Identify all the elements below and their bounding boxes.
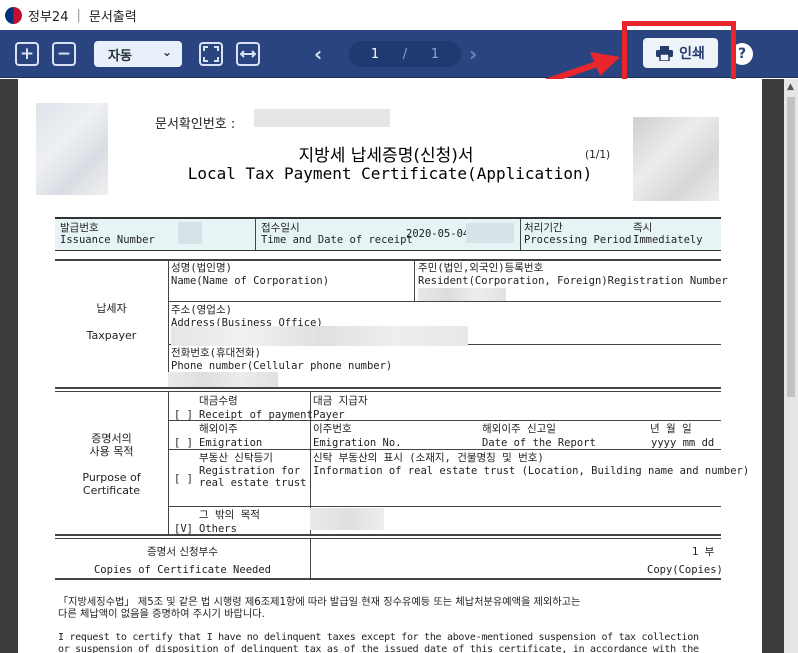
processing-value-en: Immediately bbox=[633, 234, 703, 246]
zoom-select[interactable]: 자동 ⌄ bbox=[94, 41, 182, 67]
redacted-registration-number bbox=[418, 288, 506, 301]
help-button[interactable]: ? bbox=[731, 43, 753, 65]
copies-count-ko: 1 부 bbox=[692, 546, 715, 558]
fit-width-icon bbox=[240, 50, 256, 58]
phone-label-ko: 전화번호(휴대전화) bbox=[171, 347, 261, 359]
trust-info-ko: 신탁 부동산의 표시 (소재지, 건물명칭 및 번호) bbox=[313, 452, 544, 464]
redacted-confirm-number bbox=[254, 109, 390, 127]
redacted-receipt-time bbox=[466, 223, 514, 243]
others-ko: 그 밖의 목적 bbox=[199, 509, 260, 521]
vertical-scrollbar[interactable]: ▲ bbox=[784, 79, 798, 653]
title-english: Local Tax Payment Certificate(Applicatio… bbox=[187, 164, 593, 183]
payer-label-en: Payer bbox=[313, 409, 345, 421]
printer-icon bbox=[656, 45, 674, 61]
statement-en-line1: I request to certify that I have no deli… bbox=[58, 632, 699, 643]
redacted-address bbox=[171, 326, 468, 346]
emigration-checkbox: [ ] bbox=[174, 437, 193, 449]
redacted-phone bbox=[168, 372, 278, 387]
trust-ko: 부동산 신탁등기 bbox=[199, 452, 273, 464]
emigration-no-en: Emigration No. bbox=[313, 437, 402, 449]
date-format-en: yyyy mm dd bbox=[651, 437, 715, 449]
emigration-ko: 해외이주 bbox=[199, 423, 238, 435]
receipt-payment-ko: 대금수령 bbox=[199, 395, 238, 407]
zoom-in-button[interactable]: + bbox=[15, 42, 39, 66]
redacted-issuance-number bbox=[178, 222, 202, 244]
trust-en-2: real estate trust bbox=[199, 477, 307, 489]
page-separator: / bbox=[402, 46, 408, 62]
page-count: (1/1) bbox=[585, 149, 611, 161]
scrollbar-thumb[interactable] bbox=[787, 97, 795, 397]
previous-page-button[interactable]: ‹ bbox=[314, 42, 322, 66]
question-icon: ? bbox=[737, 46, 747, 62]
others-en: Others bbox=[199, 523, 237, 535]
taxpayer-label-ko: 납세자 bbox=[96, 302, 127, 315]
receipt-label-en: Time and Date of receipt bbox=[261, 234, 413, 246]
fit-width-button[interactable] bbox=[236, 42, 260, 66]
receipt-label-ko: 접수일시 bbox=[261, 222, 300, 234]
copies-count-en: Copy(Copies) bbox=[647, 564, 723, 576]
address-label-ko: 주소(영업소) bbox=[171, 304, 232, 316]
receipt-payment-en: Receipt of payment bbox=[199, 409, 313, 421]
trust-checkbox: [ ] bbox=[174, 473, 193, 485]
window-title: 문서출력 bbox=[88, 9, 137, 25]
statement-en-line2: or suspension of disposition of delinque… bbox=[58, 644, 699, 653]
receipt-payment-checkbox: [ ] bbox=[174, 409, 193, 421]
purpose-label-en-1: Purpose of bbox=[82, 471, 141, 484]
processing-label-en: Processing Period bbox=[524, 234, 632, 246]
viewer-toolbar: + − 자동 ⌄ ‹ 1 / 1 › 인쇄 ? bbox=[0, 30, 798, 78]
processing-label-ko: 처리기간 bbox=[524, 222, 563, 234]
name-label-en: Name(Name of Corporation) bbox=[171, 275, 330, 287]
processing-value-ko: 즉시 bbox=[633, 222, 653, 234]
confirm-label: 문서확인번호 : bbox=[155, 117, 236, 132]
copies-label-ko: 증명서 신청부수 bbox=[147, 546, 218, 558]
resident-label-ko: 주민(법인,외국인)등록번호 bbox=[418, 262, 544, 274]
current-page-input[interactable]: 1 bbox=[371, 47, 379, 62]
next-page-button[interactable]: › bbox=[469, 42, 477, 66]
window-titlebar: 정부24 | 문서출력 bbox=[0, 0, 798, 30]
title-korean: 지방세 납세증명(신청)서 bbox=[298, 146, 474, 166]
purpose-label-en-2: Certificate bbox=[82, 484, 141, 497]
redacted-other-purpose bbox=[310, 508, 384, 530]
chevron-down-icon: ⌄ bbox=[161, 45, 172, 59]
copies-label-en: Copies of Certificate Needed bbox=[93, 564, 271, 576]
name-label-ko: 성명(법인명) bbox=[171, 262, 232, 274]
scroll-up-icon[interactable]: ▲ bbox=[787, 82, 794, 92]
total-pages: 1 bbox=[430, 46, 440, 62]
phone-label-en: Phone number(Cellular phone number) bbox=[171, 360, 393, 372]
trust-en-1: Registration for bbox=[199, 465, 301, 477]
page-indicator: 1 / 1 bbox=[349, 41, 461, 67]
resident-label-en: Resident(Corporation, Foreign)Registrati… bbox=[418, 275, 728, 287]
fit-page-icon bbox=[203, 46, 219, 62]
title-separator: | bbox=[76, 7, 81, 23]
purpose-label-ko-1: 증명서의 bbox=[91, 432, 132, 445]
purpose-label-ko-2: 사용 목적 bbox=[89, 445, 134, 458]
print-button[interactable]: 인쇄 bbox=[643, 38, 718, 68]
app-name: 정부24 bbox=[28, 9, 69, 25]
plus-icon: + bbox=[19, 43, 35, 64]
report-date-ko: 해외이주 신고일 bbox=[482, 423, 556, 435]
date-format-ko: 년 월 일 bbox=[650, 423, 692, 435]
document-viewer[interactable]: 문서확인번호 : 지방세 납세증명(신청)서 Local Tax Payment… bbox=[0, 79, 798, 653]
others-checkbox: [V] bbox=[174, 523, 193, 535]
government-emblem-icon bbox=[5, 6, 22, 24]
report-date-en: Date of the Report bbox=[482, 437, 596, 449]
minus-icon: − bbox=[56, 43, 72, 64]
statement-ko-line1: 「지방세징수법」 제5조 및 같은 법 시행령 제6조제1항에 따라 발급일 현… bbox=[58, 597, 581, 608]
payer-label-ko: 대금 지급자 bbox=[313, 395, 368, 407]
emigration-en: Emigration bbox=[199, 437, 263, 449]
zoom-out-button[interactable]: − bbox=[52, 42, 76, 66]
zoom-select-value: 자동 bbox=[108, 48, 132, 64]
document-page: 문서확인번호 : 지방세 납세증명(신청)서 Local Tax Payment… bbox=[18, 79, 762, 653]
receipt-date: 2020-05-04 bbox=[406, 228, 470, 240]
issuance-label-en: Issuance Number bbox=[60, 234, 155, 246]
issuance-label-ko: 발급번호 bbox=[60, 222, 99, 234]
trust-info-en: Information of real estate trust (Locati… bbox=[313, 465, 750, 477]
statement-ko-line2: 다른 체납액이 없음을 증명하여 주시기 바랍니다. bbox=[58, 609, 265, 620]
taxpayer-label-en: Taxpayer bbox=[86, 329, 137, 342]
emigration-no-ko: 이주번호 bbox=[313, 423, 352, 435]
print-label: 인쇄 bbox=[679, 46, 705, 62]
fit-page-button[interactable] bbox=[199, 42, 223, 66]
